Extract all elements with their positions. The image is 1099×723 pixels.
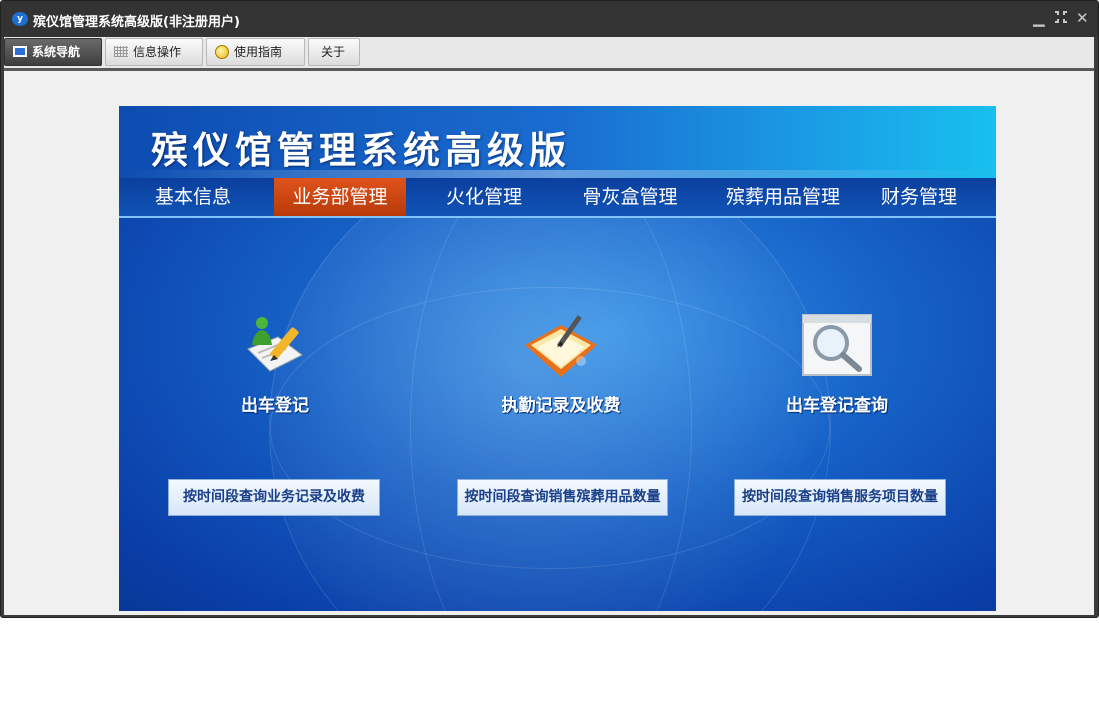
tab-label: 关于	[321, 45, 346, 59]
feature-vehicle-register[interactable]: 出车登记	[185, 311, 365, 416]
nav-finance[interactable]: 财务管理	[871, 178, 967, 216]
feature-vehicle-query[interactable]: 出车登记查询	[747, 311, 927, 416]
close-icon[interactable]: ✕	[1076, 10, 1089, 26]
feature-duty-record[interactable]: 执勤记录及收费	[471, 311, 651, 416]
query-service-sales-button[interactable]: 按时间段查询销售服务项目数量	[734, 479, 946, 516]
query-business-records-button[interactable]: 按时间段查询业务记录及收费	[168, 479, 380, 516]
tab-system-nav[interactable]: 系统导航	[4, 38, 102, 66]
monitor-icon	[13, 46, 27, 57]
nav-funeral-supplies[interactable]: 殡葬用品管理	[717, 178, 849, 216]
nav-urn[interactable]: 骨灰盒管理	[569, 178, 691, 216]
tab-user-guide[interactable]: 使用指南	[206, 38, 305, 66]
feature-label: 出车登记	[241, 396, 309, 416]
system-title: 殡仪馆管理系统高级版	[151, 129, 571, 172]
window-title: 殡仪馆管理系统高级版(非注册用户)	[33, 15, 240, 30]
main-banner: 殡仪馆管理系统高级版 基本信息 业务部管理 火化管理 骨灰盒管理 殡葬用品管理 …	[119, 106, 996, 611]
tab-about[interactable]: 关于	[308, 38, 360, 66]
tab-label: 使用指南	[234, 45, 283, 59]
magnifier-icon	[802, 314, 872, 376]
tab-label: 信息操作	[133, 45, 182, 59]
query-supplies-sales-button[interactable]: 按时间段查询销售殡葬用品数量	[457, 479, 668, 516]
app-logo-icon: y	[12, 12, 28, 26]
grid-icon	[114, 46, 128, 57]
app-window: y 殡仪馆管理系统高级版(非注册用户) ▁ ✕ 系统导航 信息操作 使用指南 关…	[0, 0, 1099, 618]
folder-pen-icon	[525, 315, 597, 377]
feature-label: 执勤记录及收费	[501, 396, 621, 416]
module-nav: 基本信息 业务部管理 火化管理 骨灰盒管理 殡葬用品管理 财务管理	[119, 178, 996, 218]
restore-icon[interactable]	[1054, 10, 1068, 27]
content-area: 殡仪馆管理系统高级版 基本信息 业务部管理 火化管理 骨灰盒管理 殡葬用品管理 …	[4, 71, 1094, 615]
help-icon	[215, 45, 229, 59]
feature-label: 出车登记查询	[786, 396, 888, 416]
nav-basic-info[interactable]: 基本信息	[141, 178, 245, 216]
tab-label: 系统导航	[32, 45, 81, 59]
banner-header: 殡仪馆管理系统高级版	[119, 106, 996, 178]
title-bar[interactable]: y 殡仪馆管理系统高级版(非注册用户) ▁ ✕	[1, 1, 1098, 37]
nav-cremation[interactable]: 火化管理	[431, 178, 537, 216]
minimize-icon[interactable]: ▁	[1033, 10, 1045, 26]
main-toolbar: 系统导航 信息操作 使用指南 关于	[4, 37, 1094, 71]
nav-business-dept[interactable]: 业务部管理	[274, 178, 406, 216]
tab-info-ops[interactable]: 信息操作	[105, 38, 203, 66]
register-pen-icon	[247, 317, 303, 372]
